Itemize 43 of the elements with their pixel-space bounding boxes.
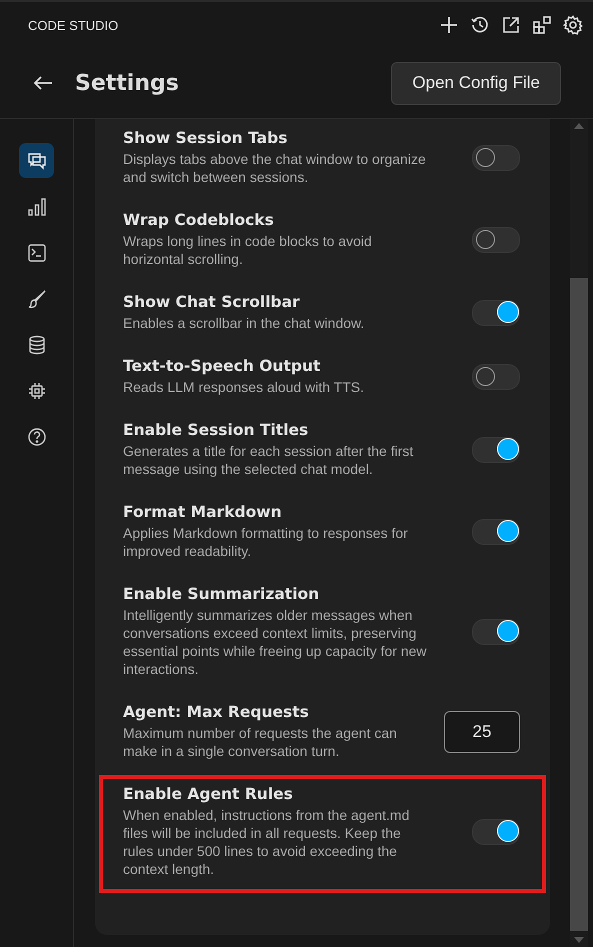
toggle-switch[interactable] <box>472 144 520 170</box>
setting-description: Applies Markdown formatting to responses for improved readability. <box>123 524 409 560</box>
toggle-switch[interactable] <box>472 818 520 844</box>
toggle-switch[interactable] <box>472 618 520 644</box>
sidebar-tab[interactable] <box>19 143 54 178</box>
setting-title: Show Chat Scrollbar <box>123 293 301 311</box>
setting-description: Displays tabs above the chat window to organize and switch between sessions. <box>123 150 427 186</box>
bar-chart-icon <box>26 196 46 216</box>
toggle-switch[interactable] <box>472 518 520 544</box>
toggle-switch[interactable] <box>472 364 520 390</box>
setting-title: Wrap Codeblocks <box>123 211 275 229</box>
open-config-button[interactable]: Open Config File <box>391 62 561 104</box>
setting-description: Generates a title for each session after the first message using the selected chat model. <box>123 442 414 478</box>
brush-icon <box>26 288 46 308</box>
setting-title: Show Session Tabs <box>123 129 288 147</box>
setting-title: Format Markdown <box>123 503 283 521</box>
layout-icon[interactable] <box>532 15 552 35</box>
setting-description: Wraps long lines in code blocks to avoid horizontal scrolling. <box>123 232 373 268</box>
setting-description: When enabled, instructions from the agent.md files will be included in all requests. Keep the rules under 500 lines to avoid exceeding the context length. <box>123 806 410 878</box>
setting-title: Agent: Max Requests <box>123 703 310 721</box>
toggle-switch[interactable] <box>472 226 520 252</box>
number-input[interactable]: 25 <box>444 710 520 752</box>
setting-title: Text-to-Speech Output <box>123 357 322 375</box>
setting-title: Enable Session Titles <box>123 421 310 439</box>
database-icon <box>26 334 46 354</box>
chip-icon <box>26 380 46 400</box>
toggle-switch[interactable] <box>472 436 520 462</box>
toggle-switch[interactable] <box>472 300 520 326</box>
app-title: CODE STUDIO <box>28 18 118 32</box>
page-title: Settings <box>75 70 180 96</box>
setting-title: Enable Summarization <box>123 585 320 603</box>
setting-description: Maximum number of requests the agent can make in a single conversation turn. <box>123 724 398 760</box>
settings-icon[interactable] <box>563 15 583 35</box>
help-icon <box>26 426 46 446</box>
setting-description: Reads LLM responses aloud with TTS. <box>123 378 365 396</box>
history-icon[interactable] <box>470 15 490 35</box>
back-arrow-icon[interactable] <box>33 75 53 91</box>
setting-title: Enable Agent Rules <box>123 785 294 803</box>
plus-icon[interactable] <box>439 15 459 35</box>
setting-description: Enables a scrollbar in the chat window. <box>123 314 366 332</box>
setting-description: Intelligently summarizes older messages when conversations exceed context limits, preserving essential points while freeing up capacity for new interactions. <box>123 606 428 678</box>
terminal-icon <box>26 242 46 262</box>
external-link-icon[interactable] <box>501 15 521 35</box>
